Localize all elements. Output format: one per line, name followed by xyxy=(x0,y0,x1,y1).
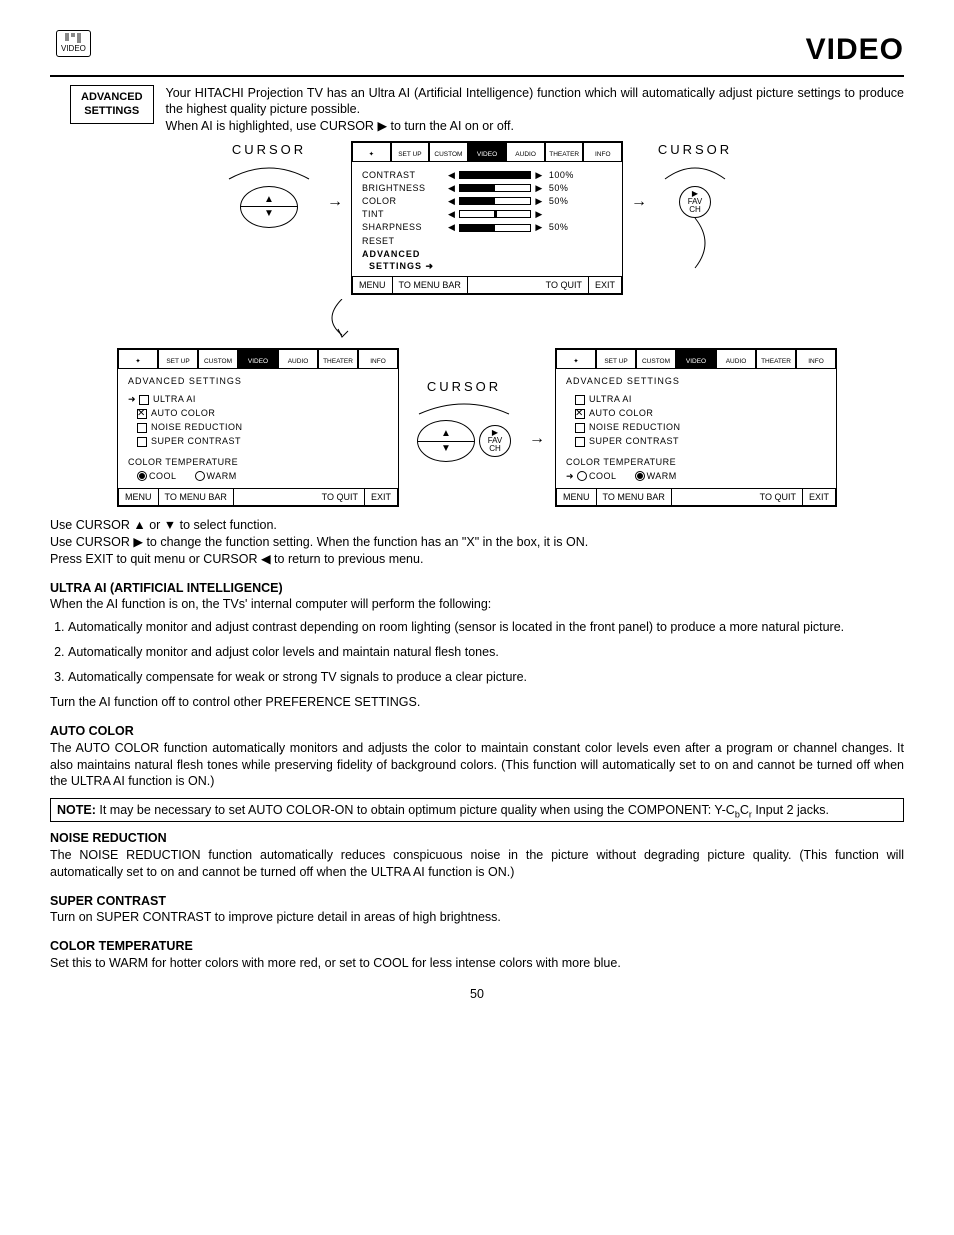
adv-settings-item[interactable]: ADVANCED SETTINGS ➜ xyxy=(362,248,612,272)
arrow-right-icon: → xyxy=(631,191,647,213)
menu-tabs: ✦ SET UP CUSTOM VIDEO AUDIO THEATER INFO xyxy=(352,142,622,162)
divider xyxy=(50,75,904,77)
menu-footer: MENUTO MENU BARTO QUITEXIT xyxy=(352,276,622,294)
tab-theater[interactable]: THEATER xyxy=(545,142,584,162)
list-item: Automatically monitor and adjust contras… xyxy=(68,619,904,636)
noise-reduction-item[interactable]: NOISE REDUCTION xyxy=(128,421,388,433)
ultra-ai-item[interactable]: ➜ ULTRA AI xyxy=(128,393,388,405)
tab-setup[interactable]: SET UP xyxy=(391,142,430,162)
intro-row: ADVANCED SETTINGS Your HITACHI Projectio… xyxy=(50,85,904,136)
color-temp-label: COLOR TEMPERATURE xyxy=(128,456,388,468)
cursor-label: CURSOR xyxy=(655,141,735,159)
sharpness-row[interactable]: SHARPNESS◀▶50% xyxy=(362,221,612,233)
cursor-fav-group: CURSOR ▶FAVCH xyxy=(655,141,735,272)
cursor-pad-updown[interactable]: ▲▼ xyxy=(240,186,298,228)
intro-text: Your HITACHI Projection TV has an Ultra … xyxy=(166,85,904,136)
color-temp-options[interactable]: COOL WARM xyxy=(128,470,388,482)
page-number: 50 xyxy=(50,986,904,1003)
brightness-row[interactable]: BRIGHTNESS◀▶50% xyxy=(362,182,612,194)
arrow-right-icon: → xyxy=(529,428,545,450)
noise-text: The NOISE REDUCTION function automatical… xyxy=(50,847,904,881)
auto-color-text: The AUTO COLOR function automatically mo… xyxy=(50,740,904,791)
ultra-ai-list: Automatically monitor and adjust contras… xyxy=(68,619,904,686)
arrow-down-icon xyxy=(0,299,904,344)
cursor-pad-updown[interactable]: ▲▼ xyxy=(417,420,475,462)
arrow-right-icon: → xyxy=(327,191,343,213)
ultra-ai-item[interactable]: ULTRA AI xyxy=(566,393,826,405)
ct-text: Set this to WARM for hotter colors with … xyxy=(50,955,904,972)
auto-color-item[interactable]: AUTO COLOR xyxy=(128,407,388,419)
list-item: Automatically monitor and adjust color l… xyxy=(68,644,904,661)
tab-audio[interactable]: AUDIO xyxy=(506,142,545,162)
super-text: Turn on SUPER CONTRAST to improve pictur… xyxy=(50,909,904,926)
cursor-up-down-group: CURSOR ▲▼ xyxy=(219,141,319,227)
list-item: Automatically compensate for weak or str… xyxy=(68,669,904,686)
video-menu-panel: ✦ SET UP CUSTOM VIDEO AUDIO THEATER INFO… xyxy=(351,141,623,295)
tab-info[interactable]: INFO xyxy=(583,142,622,162)
noise-reduction-item[interactable]: NOISE REDUCTION xyxy=(566,421,826,433)
adv-menu-title: ADVANCED SETTINGS xyxy=(128,375,388,387)
diagram-top: CURSOR ▲▼ → ✦ SET UP CUSTOM VIDEO AUDIO … xyxy=(50,141,904,507)
ct-heading: COLOR TEMPERATURE xyxy=(50,938,904,955)
ultra-ai-heading: ULTRA AI (ARTIFICIAL INTELLIGENCE) xyxy=(50,580,904,597)
cursor-label: CURSOR xyxy=(219,141,319,159)
color-temp-options[interactable]: ➜ COOL WARM xyxy=(566,470,826,482)
super-heading: SUPER CONTRAST xyxy=(50,893,904,910)
ultra-ai-outro: Turn the AI function off to control othe… xyxy=(50,694,904,711)
adv-menu-left: ✦SET UPCUSTOMVIDEOAUDIOTHEATERINFO ADVAN… xyxy=(117,348,399,507)
super-contrast-item[interactable]: SUPER CONTRAST xyxy=(128,435,388,447)
fav-ch-button[interactable]: ▶FAVCH xyxy=(679,186,711,218)
tab-video[interactable]: VIDEO xyxy=(468,142,507,162)
tint-row[interactable]: TINT◀▶ xyxy=(362,208,612,220)
page-title: VIDEO xyxy=(806,30,904,71)
video-icon-label: VIDEO xyxy=(61,44,86,55)
auto-color-item[interactable]: AUTO COLOR xyxy=(566,407,826,419)
color-row[interactable]: COLOR◀▶50% xyxy=(362,195,612,207)
super-contrast-item[interactable]: SUPER CONTRAST xyxy=(566,435,826,447)
advanced-settings-box: ADVANCED SETTINGS xyxy=(70,85,154,125)
contrast-row[interactable]: CONTRAST◀▶100% xyxy=(362,169,612,181)
auto-color-heading: AUTO COLOR xyxy=(50,723,904,740)
noise-heading: NOISE REDUCTION xyxy=(50,830,904,847)
header: VIDEO VIDEO xyxy=(50,30,904,71)
adv-menu-right: ✦SET UPCUSTOMVIDEOAUDIOTHEATERINFO ADVAN… xyxy=(555,348,837,507)
tab-custom[interactable]: CUSTOM xyxy=(429,142,468,162)
cursor-mid-group: CURSOR ▲▼ ▶FAVCH xyxy=(409,378,519,462)
video-icon: VIDEO xyxy=(56,30,91,57)
fav-ch-button[interactable]: ▶FAVCH xyxy=(479,425,511,457)
reset-row[interactable]: RESET xyxy=(362,235,612,247)
ultra-ai-intro: When the AI function is on, the TVs' int… xyxy=(50,596,904,613)
note-box: NOTE: It may be necessary to set AUTO CO… xyxy=(50,798,904,822)
instructions: Use CURSOR ▲ or ▼ to select function. Us… xyxy=(50,517,904,568)
